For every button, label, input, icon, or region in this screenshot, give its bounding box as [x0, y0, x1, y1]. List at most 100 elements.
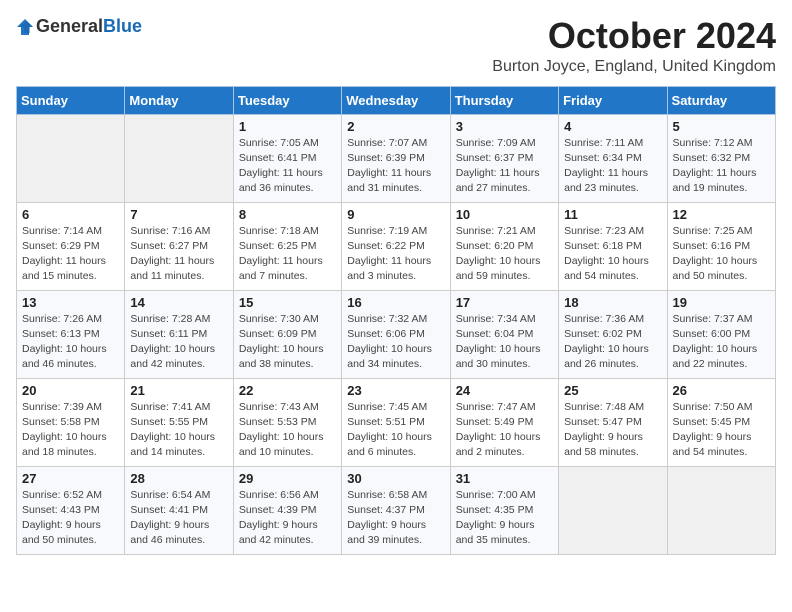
- day-number: 14: [130, 295, 227, 310]
- day-info: Sunrise: 7:18 AMSunset: 6:25 PMDaylight:…: [239, 224, 336, 285]
- day-number: 7: [130, 207, 227, 222]
- day-info: Sunrise: 7:32 AMSunset: 6:06 PMDaylight:…: [347, 312, 444, 373]
- calendar-cell: 24 Sunrise: 7:47 AMSunset: 5:49 PMDayligh…: [450, 378, 558, 466]
- day-info: Sunrise: 7:34 AMSunset: 6:04 PMDaylight:…: [456, 312, 553, 373]
- header: GeneralBlue October 2024 Burton Joyce, E…: [16, 16, 776, 76]
- calendar-cell: 17 Sunrise: 7:34 AMSunset: 6:04 PMDayligh…: [450, 290, 558, 378]
- col-header-friday: Friday: [559, 86, 667, 114]
- calendar-cell: 13 Sunrise: 7:26 AMSunset: 6:13 PMDayligh…: [17, 290, 125, 378]
- calendar-cell: 25 Sunrise: 7:48 AMSunset: 5:47 PMDayligh…: [559, 378, 667, 466]
- day-number: 12: [673, 207, 770, 222]
- day-info: Sunrise: 7:39 AMSunset: 5:58 PMDaylight:…: [22, 400, 119, 461]
- day-number: 13: [22, 295, 119, 310]
- calendar-cell: 30Sunrise: 6:58 AMSunset: 4:37 PMDayligh…: [342, 466, 450, 554]
- day-info: Sunrise: 7:47 AMSunset: 5:49 PMDaylight:…: [456, 400, 553, 461]
- calendar-cell: 26Sunrise: 7:50 AMSunset: 5:45 PMDayligh…: [667, 378, 775, 466]
- day-info: Sunrise: 7:23 AMSunset: 6:18 PMDaylight:…: [564, 224, 661, 285]
- day-info: Sunrise: 7:36 AMSunset: 6:02 PMDaylight:…: [564, 312, 661, 373]
- calendar-cell: 15Sunrise: 7:30 AMSunset: 6:09 PMDayligh…: [233, 290, 341, 378]
- calendar-table: SundayMondayTuesdayWednesdayThursdayFrid…: [16, 86, 776, 555]
- day-number: 28: [130, 471, 227, 486]
- day-number: 22: [239, 383, 336, 398]
- day-info: Sunrise: 7:05 AMSunset: 6:41 PMDaylight:…: [239, 136, 336, 197]
- day-info: Sunrise: 7:28 AMSunset: 6:11 PMDaylight:…: [130, 312, 227, 373]
- day-number: 29: [239, 471, 336, 486]
- day-info: Sunrise: 7:07 AMSunset: 6:39 PMDaylight:…: [347, 136, 444, 197]
- calendar-cell: 18 Sunrise: 7:36 AMSunset: 6:02 PMDayligh…: [559, 290, 667, 378]
- day-info: Sunrise: 7:45 AMSunset: 5:51 PMDaylight:…: [347, 400, 444, 461]
- day-number: 9: [347, 207, 444, 222]
- calendar-cell: 20 Sunrise: 7:39 AMSunset: 5:58 PMDayligh…: [17, 378, 125, 466]
- day-number: 17: [456, 295, 553, 310]
- col-header-saturday: Saturday: [667, 86, 775, 114]
- day-info: Sunrise: 6:52 AMSunset: 4:43 PMDaylight:…: [22, 488, 119, 549]
- day-info: Sunrise: 7:48 AMSunset: 5:47 PMDaylight:…: [564, 400, 661, 461]
- day-number: 26: [673, 383, 770, 398]
- day-number: 2: [347, 119, 444, 134]
- calendar-cell: 1 Sunrise: 7:05 AMSunset: 6:41 PMDaylight…: [233, 114, 341, 202]
- week-row-5: 27 Sunrise: 6:52 AMSunset: 4:43 PMDayligh…: [17, 466, 776, 554]
- day-info: Sunrise: 7:12 AMSunset: 6:32 PMDaylight:…: [673, 136, 770, 197]
- day-number: 8: [239, 207, 336, 222]
- calendar-cell: 28 Sunrise: 6:54 AMSunset: 4:41 PMDayligh…: [125, 466, 233, 554]
- day-number: 4: [564, 119, 661, 134]
- month-title: October 2024: [492, 16, 776, 56]
- header-row: SundayMondayTuesdayWednesdayThursdayFrid…: [17, 86, 776, 114]
- calendar-cell: 16Sunrise: 7:32 AMSunset: 6:06 PMDayligh…: [342, 290, 450, 378]
- day-number: 11: [564, 207, 661, 222]
- day-info: Sunrise: 7:43 AMSunset: 5:53 PMDaylight:…: [239, 400, 336, 461]
- day-info: Sunrise: 7:25 AMSunset: 6:16 PMDaylight:…: [673, 224, 770, 285]
- calendar-cell: 29 Sunrise: 6:56 AMSunset: 4:39 PMDayligh…: [233, 466, 341, 554]
- calendar-cell: 27 Sunrise: 6:52 AMSunset: 4:43 PMDayligh…: [17, 466, 125, 554]
- day-number: 19: [673, 295, 770, 310]
- calendar-cell: 8 Sunrise: 7:18 AMSunset: 6:25 PMDaylight…: [233, 202, 341, 290]
- calendar-cell: [559, 466, 667, 554]
- day-info: Sunrise: 6:54 AMSunset: 4:41 PMDaylight:…: [130, 488, 227, 549]
- col-header-tuesday: Tuesday: [233, 86, 341, 114]
- logo-icon: [16, 18, 34, 36]
- day-info: Sunrise: 6:58 AMSunset: 4:37 PMDaylight:…: [347, 488, 444, 549]
- week-row-3: 13 Sunrise: 7:26 AMSunset: 6:13 PMDayligh…: [17, 290, 776, 378]
- day-info: Sunrise: 7:30 AMSunset: 6:09 PMDaylight:…: [239, 312, 336, 373]
- calendar-cell: 23Sunrise: 7:45 AMSunset: 5:51 PMDayligh…: [342, 378, 450, 466]
- day-number: 1: [239, 119, 336, 134]
- calendar-cell: 9 Sunrise: 7:19 AMSunset: 6:22 PMDaylight…: [342, 202, 450, 290]
- calendar-cell: 5 Sunrise: 7:12 AMSunset: 6:32 PMDaylight…: [667, 114, 775, 202]
- day-info: Sunrise: 7:14 AMSunset: 6:29 PMDaylight:…: [22, 224, 119, 285]
- calendar-cell: 2 Sunrise: 7:07 AMSunset: 6:39 PMDaylight…: [342, 114, 450, 202]
- day-number: 5: [673, 119, 770, 134]
- title-section: October 2024 Burton Joyce, England, Unit…: [492, 16, 776, 76]
- calendar-cell: 21 Sunrise: 7:41 AMSunset: 5:55 PMDayligh…: [125, 378, 233, 466]
- logo: GeneralBlue: [16, 16, 142, 37]
- day-number: 18: [564, 295, 661, 310]
- day-number: 20: [22, 383, 119, 398]
- logo-text-general: General: [36, 16, 103, 36]
- location-title: Burton Joyce, England, United Kingdom: [492, 58, 776, 76]
- day-number: 25: [564, 383, 661, 398]
- logo-text-blue: Blue: [103, 16, 142, 36]
- calendar-cell: 6 Sunrise: 7:14 AMSunset: 6:29 PMDaylight…: [17, 202, 125, 290]
- day-info: Sunrise: 7:19 AMSunset: 6:22 PMDaylight:…: [347, 224, 444, 285]
- calendar-cell: 3Sunrise: 7:09 AMSunset: 6:37 PMDaylight…: [450, 114, 558, 202]
- day-info: Sunrise: 7:09 AMSunset: 6:37 PMDaylight:…: [456, 136, 553, 197]
- day-info: Sunrise: 7:26 AMSunset: 6:13 PMDaylight:…: [22, 312, 119, 373]
- day-number: 24: [456, 383, 553, 398]
- week-row-2: 6 Sunrise: 7:14 AMSunset: 6:29 PMDaylight…: [17, 202, 776, 290]
- day-info: Sunrise: 7:41 AMSunset: 5:55 PMDaylight:…: [130, 400, 227, 461]
- day-info: Sunrise: 6:56 AMSunset: 4:39 PMDaylight:…: [239, 488, 336, 549]
- col-header-wednesday: Wednesday: [342, 86, 450, 114]
- day-number: 10: [456, 207, 553, 222]
- day-info: Sunrise: 7:16 AMSunset: 6:27 PMDaylight:…: [130, 224, 227, 285]
- day-info: Sunrise: 7:21 AMSunset: 6:20 PMDaylight:…: [456, 224, 553, 285]
- calendar-cell: 7 Sunrise: 7:16 AMSunset: 6:27 PMDaylight…: [125, 202, 233, 290]
- week-row-4: 20 Sunrise: 7:39 AMSunset: 5:58 PMDayligh…: [17, 378, 776, 466]
- week-row-1: 1 Sunrise: 7:05 AMSunset: 6:41 PMDaylight…: [17, 114, 776, 202]
- day-number: 27: [22, 471, 119, 486]
- day-info: Sunrise: 7:00 AMSunset: 4:35 PMDaylight:…: [456, 488, 553, 549]
- calendar-cell: 4Sunrise: 7:11 AMSunset: 6:34 PMDaylight…: [559, 114, 667, 202]
- calendar-cell: 12 Sunrise: 7:25 AMSunset: 6:16 PMDayligh…: [667, 202, 775, 290]
- calendar-cell: 22 Sunrise: 7:43 AMSunset: 5:53 PMDayligh…: [233, 378, 341, 466]
- day-number: 21: [130, 383, 227, 398]
- day-number: 6: [22, 207, 119, 222]
- calendar-cell: 10 Sunrise: 7:21 AMSunset: 6:20 PMDayligh…: [450, 202, 558, 290]
